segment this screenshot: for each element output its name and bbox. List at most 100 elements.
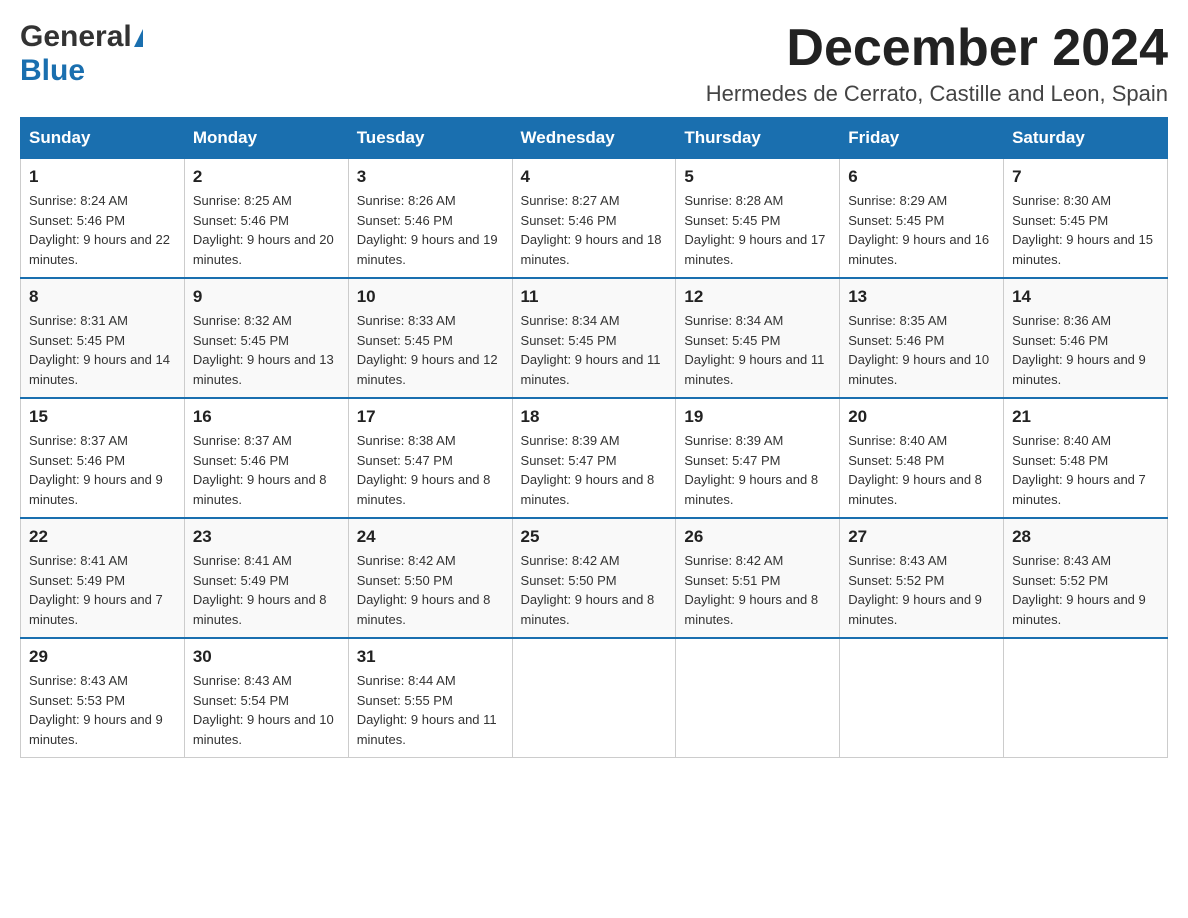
logo-triangle-icon — [134, 29, 143, 47]
table-row: 23 Sunrise: 8:41 AMSunset: 5:49 PMDaylig… — [184, 518, 348, 638]
logo-general-text: General — [20, 20, 132, 54]
header-thursday: Thursday — [676, 118, 840, 159]
table-row: 8 Sunrise: 8:31 AMSunset: 5:45 PMDayligh… — [21, 278, 185, 398]
day-number: 31 — [357, 647, 504, 667]
table-row: 10 Sunrise: 8:33 AMSunset: 5:45 PMDaylig… — [348, 278, 512, 398]
day-info: Sunrise: 8:41 AMSunset: 5:49 PMDaylight:… — [193, 553, 327, 627]
day-info: Sunrise: 8:43 AMSunset: 5:52 PMDaylight:… — [848, 553, 982, 627]
day-number: 2 — [193, 167, 340, 187]
day-number: 15 — [29, 407, 176, 427]
calendar-week-row: 29 Sunrise: 8:43 AMSunset: 5:53 PMDaylig… — [21, 638, 1168, 758]
day-number: 7 — [1012, 167, 1159, 187]
table-row: 7 Sunrise: 8:30 AMSunset: 5:45 PMDayligh… — [1004, 159, 1168, 279]
day-info: Sunrise: 8:39 AMSunset: 5:47 PMDaylight:… — [521, 433, 655, 507]
table-row: 21 Sunrise: 8:40 AMSunset: 5:48 PMDaylig… — [1004, 398, 1168, 518]
day-number: 11 — [521, 287, 668, 307]
table-row: 20 Sunrise: 8:40 AMSunset: 5:48 PMDaylig… — [840, 398, 1004, 518]
calendar-week-row: 15 Sunrise: 8:37 AMSunset: 5:46 PMDaylig… — [21, 398, 1168, 518]
day-number: 26 — [684, 527, 831, 547]
day-info: Sunrise: 8:42 AMSunset: 5:50 PMDaylight:… — [521, 553, 655, 627]
table-row: 27 Sunrise: 8:43 AMSunset: 5:52 PMDaylig… — [840, 518, 1004, 638]
table-row: 9 Sunrise: 8:32 AMSunset: 5:45 PMDayligh… — [184, 278, 348, 398]
header-sunday: Sunday — [21, 118, 185, 159]
day-info: Sunrise: 8:39 AMSunset: 5:47 PMDaylight:… — [684, 433, 818, 507]
table-row: 12 Sunrise: 8:34 AMSunset: 5:45 PMDaylig… — [676, 278, 840, 398]
table-row: 6 Sunrise: 8:29 AMSunset: 5:45 PMDayligh… — [840, 159, 1004, 279]
table-row: 2 Sunrise: 8:25 AMSunset: 5:46 PMDayligh… — [184, 159, 348, 279]
day-number: 10 — [357, 287, 504, 307]
table-row: 26 Sunrise: 8:42 AMSunset: 5:51 PMDaylig… — [676, 518, 840, 638]
table-row — [512, 638, 676, 758]
day-number: 8 — [29, 287, 176, 307]
table-row — [676, 638, 840, 758]
calendar-week-row: 22 Sunrise: 8:41 AMSunset: 5:49 PMDaylig… — [21, 518, 1168, 638]
day-number: 23 — [193, 527, 340, 547]
day-info: Sunrise: 8:33 AMSunset: 5:45 PMDaylight:… — [357, 313, 498, 387]
day-number: 1 — [29, 167, 176, 187]
day-info: Sunrise: 8:31 AMSunset: 5:45 PMDaylight:… — [29, 313, 170, 387]
calendar-header-row: Sunday Monday Tuesday Wednesday Thursday… — [21, 118, 1168, 159]
day-number: 22 — [29, 527, 176, 547]
day-info: Sunrise: 8:37 AMSunset: 5:46 PMDaylight:… — [29, 433, 163, 507]
day-info: Sunrise: 8:43 AMSunset: 5:53 PMDaylight:… — [29, 673, 163, 747]
header-monday: Monday — [184, 118, 348, 159]
header-saturday: Saturday — [1004, 118, 1168, 159]
table-row: 31 Sunrise: 8:44 AMSunset: 5:55 PMDaylig… — [348, 638, 512, 758]
table-row: 4 Sunrise: 8:27 AMSunset: 5:46 PMDayligh… — [512, 159, 676, 279]
table-row: 30 Sunrise: 8:43 AMSunset: 5:54 PMDaylig… — [184, 638, 348, 758]
day-info: Sunrise: 8:38 AMSunset: 5:47 PMDaylight:… — [357, 433, 491, 507]
table-row: 11 Sunrise: 8:34 AMSunset: 5:45 PMDaylig… — [512, 278, 676, 398]
day-info: Sunrise: 8:25 AMSunset: 5:46 PMDaylight:… — [193, 193, 334, 267]
title-section: December 2024 Hermedes de Cerrato, Casti… — [706, 20, 1168, 107]
header-wednesday: Wednesday — [512, 118, 676, 159]
day-number: 18 — [521, 407, 668, 427]
table-row — [840, 638, 1004, 758]
location-title: Hermedes de Cerrato, Castille and Leon, … — [706, 81, 1168, 107]
header-friday: Friday — [840, 118, 1004, 159]
day-number: 19 — [684, 407, 831, 427]
day-number: 9 — [193, 287, 340, 307]
day-info: Sunrise: 8:28 AMSunset: 5:45 PMDaylight:… — [684, 193, 825, 267]
day-number: 13 — [848, 287, 995, 307]
day-number: 14 — [1012, 287, 1159, 307]
table-row: 1 Sunrise: 8:24 AMSunset: 5:46 PMDayligh… — [21, 159, 185, 279]
day-info: Sunrise: 8:34 AMSunset: 5:45 PMDaylight:… — [684, 313, 824, 387]
day-info: Sunrise: 8:29 AMSunset: 5:45 PMDaylight:… — [848, 193, 989, 267]
table-row: 17 Sunrise: 8:38 AMSunset: 5:47 PMDaylig… — [348, 398, 512, 518]
table-row: 13 Sunrise: 8:35 AMSunset: 5:46 PMDaylig… — [840, 278, 1004, 398]
calendar-week-row: 8 Sunrise: 8:31 AMSunset: 5:45 PMDayligh… — [21, 278, 1168, 398]
day-number: 24 — [357, 527, 504, 547]
day-info: Sunrise: 8:43 AMSunset: 5:52 PMDaylight:… — [1012, 553, 1146, 627]
day-number: 21 — [1012, 407, 1159, 427]
day-info: Sunrise: 8:34 AMSunset: 5:45 PMDaylight:… — [521, 313, 661, 387]
table-row: 28 Sunrise: 8:43 AMSunset: 5:52 PMDaylig… — [1004, 518, 1168, 638]
calendar-week-row: 1 Sunrise: 8:24 AMSunset: 5:46 PMDayligh… — [21, 159, 1168, 279]
logo: General Blue — [20, 20, 143, 88]
day-info: Sunrise: 8:40 AMSunset: 5:48 PMDaylight:… — [848, 433, 982, 507]
table-row: 24 Sunrise: 8:42 AMSunset: 5:50 PMDaylig… — [348, 518, 512, 638]
day-number: 12 — [684, 287, 831, 307]
day-number: 20 — [848, 407, 995, 427]
day-info: Sunrise: 8:36 AMSunset: 5:46 PMDaylight:… — [1012, 313, 1146, 387]
day-number: 25 — [521, 527, 668, 547]
day-info: Sunrise: 8:42 AMSunset: 5:50 PMDaylight:… — [357, 553, 491, 627]
table-row: 5 Sunrise: 8:28 AMSunset: 5:45 PMDayligh… — [676, 159, 840, 279]
day-info: Sunrise: 8:26 AMSunset: 5:46 PMDaylight:… — [357, 193, 498, 267]
page-header: General Blue December 2024 Hermedes de C… — [20, 20, 1168, 107]
day-info: Sunrise: 8:27 AMSunset: 5:46 PMDaylight:… — [521, 193, 662, 267]
day-info: Sunrise: 8:44 AMSunset: 5:55 PMDaylight:… — [357, 673, 497, 747]
day-info: Sunrise: 8:30 AMSunset: 5:45 PMDaylight:… — [1012, 193, 1153, 267]
day-number: 29 — [29, 647, 176, 667]
table-row: 19 Sunrise: 8:39 AMSunset: 5:47 PMDaylig… — [676, 398, 840, 518]
day-number: 16 — [193, 407, 340, 427]
day-info: Sunrise: 8:42 AMSunset: 5:51 PMDaylight:… — [684, 553, 818, 627]
day-info: Sunrise: 8:37 AMSunset: 5:46 PMDaylight:… — [193, 433, 327, 507]
day-info: Sunrise: 8:35 AMSunset: 5:46 PMDaylight:… — [848, 313, 989, 387]
day-number: 30 — [193, 647, 340, 667]
day-number: 28 — [1012, 527, 1159, 547]
table-row: 15 Sunrise: 8:37 AMSunset: 5:46 PMDaylig… — [21, 398, 185, 518]
day-number: 27 — [848, 527, 995, 547]
table-row: 18 Sunrise: 8:39 AMSunset: 5:47 PMDaylig… — [512, 398, 676, 518]
logo-blue-text: Blue — [20, 54, 85, 88]
table-row: 25 Sunrise: 8:42 AMSunset: 5:50 PMDaylig… — [512, 518, 676, 638]
